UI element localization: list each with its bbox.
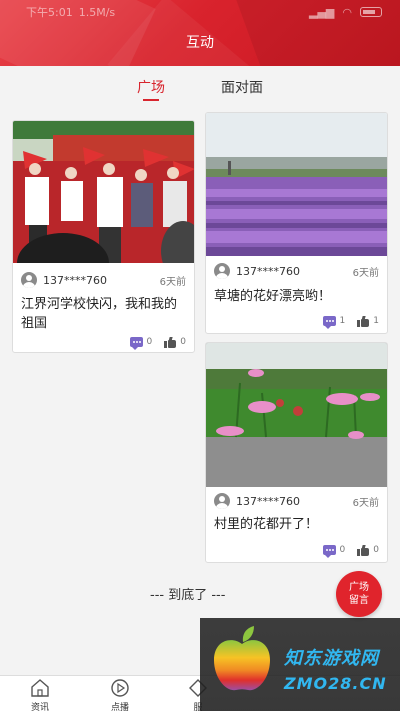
like-count: 1 — [373, 316, 379, 326]
status-speed: 1.5M/s — [78, 5, 116, 19]
tab-square[interactable]: 广场 — [137, 66, 165, 106]
like-icon[interactable] — [357, 315, 370, 327]
apple-logo-icon — [214, 626, 270, 691]
battery-icon — [360, 7, 382, 17]
watermark-url: ZMO28.CN — [284, 674, 387, 693]
post-time: 6天前 — [352, 267, 379, 279]
post-text: 江界河学校快闪，我和我的祖国 — [21, 297, 178, 331]
watermark-text: 知东游戏网 — [284, 648, 379, 669]
username[interactable]: 137****760 — [236, 265, 300, 278]
app-header: 下午5:01 1.5M/s ▂▄▆ ◠ 互动 — [0, 0, 400, 66]
username[interactable]: 137****760 — [236, 495, 300, 508]
nav-item-news[interactable]: 资讯 — [20, 678, 60, 711]
avatar[interactable] — [21, 272, 37, 288]
home-icon — [31, 679, 49, 697]
square-message-button[interactable]: 广场 留言 — [336, 571, 382, 617]
comment-count: 0 — [146, 337, 153, 347]
wifi-icon: ◠ — [342, 5, 352, 19]
post-text: 村里的花都开了！ — [214, 517, 319, 532]
comment-count: 1 — [339, 316, 346, 326]
tab-bar: 广场 面对面 — [0, 66, 400, 106]
comment-count: 0 — [339, 545, 346, 555]
play-icon — [111, 679, 129, 697]
comment-icon[interactable] — [322, 316, 336, 329]
post-card[interactable]: 137****760 6天前 草塘的花好漂亮哟！ 1 1 — [205, 112, 388, 334]
like-icon[interactable] — [357, 544, 370, 556]
status-time: 下午5:01 — [26, 6, 73, 19]
avatar[interactable] — [214, 493, 230, 509]
nav-label: 点播 — [110, 703, 129, 711]
watermark-overlay: 知东游戏网 ZMO28.CN — [200, 618, 400, 711]
post-text: 草塘的花好漂亮哟！ — [214, 289, 332, 304]
fab-line2: 留言 — [349, 595, 369, 606]
pink-flowers-photo — [206, 343, 387, 487]
tab-face-to-face[interactable]: 面对面 — [221, 66, 263, 106]
post-time: 6天前 — [159, 276, 186, 288]
crowd-with-flags-photo — [13, 121, 194, 263]
page: 下午5:01 1.5M/s ▂▄▆ ◠ 互动 广场 面对面 137****760… — [0, 0, 400, 711]
end-of-list-text: --- 到底了 --- — [150, 588, 226, 603]
status-bar: 下午5:01 1.5M/s ▂▄▆ ◠ — [0, 0, 400, 24]
avatar[interactable] — [214, 263, 230, 279]
lavender-field-photo — [206, 113, 387, 256]
fab-line1: 广场 — [349, 582, 369, 593]
comment-icon[interactable] — [129, 337, 143, 350]
page-title: 互动 — [186, 35, 214, 51]
post-time: 6天前 — [352, 497, 379, 509]
nav-label: 资讯 — [30, 703, 49, 711]
like-count: 0 — [180, 337, 186, 347]
like-count: 0 — [373, 545, 379, 555]
like-icon[interactable] — [164, 336, 177, 348]
comment-icon[interactable] — [322, 545, 336, 558]
signal-icon: ▂▄▆ — [309, 5, 335, 19]
post-card[interactable]: 137****760 6天前 村里的花都开了！ 0 0 — [205, 342, 388, 563]
nav-item-vod[interactable]: 点播 — [100, 678, 140, 711]
username[interactable]: 137****760 — [43, 274, 107, 287]
post-card[interactable]: 137****760 6天前 江界河学校快闪，我和我的祖国 0 0 — [12, 120, 195, 353]
